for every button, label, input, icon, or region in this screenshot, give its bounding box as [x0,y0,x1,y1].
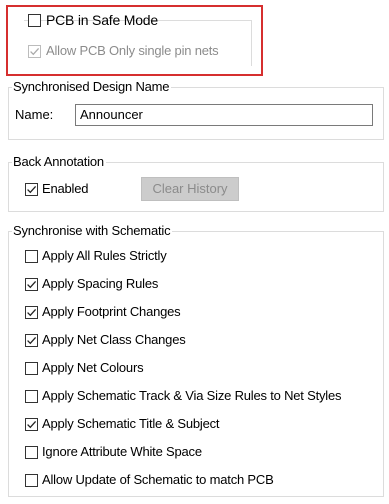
allow-update-schematic-label: Allow Update of Schematic to match PCB [42,472,274,487]
name-label: Name: [15,107,54,122]
back-annotation-title: Back Annotation [12,154,106,169]
checkmark-icon [30,47,40,56]
allow-single-pin-nets-label: Allow PCB Only single pin nets [46,43,219,58]
enabled-label: Enabled [42,181,89,196]
checkmark-icon [27,308,37,317]
apply-title-subject-checkbox[interactable] [25,418,38,431]
synchronise-with-schematic-title: Synchronise with Schematic [12,223,173,238]
apply-footprint-changes-checkbox[interactable] [25,306,38,319]
apply-footprint-changes-label: Apply Footprint Changes [42,304,181,319]
apply-all-rules-strictly-label: Apply All Rules Strictly [42,248,167,263]
synchronised-design-name-title: Synchronised Design Name [12,79,172,94]
checkmark-icon [27,336,37,345]
ignore-attribute-white-space-label: Ignore Attribute White Space [42,444,202,459]
ignore-attribute-white-space-checkbox[interactable] [25,446,38,459]
pcb-safe-mode-checkbox[interactable] [28,14,41,27]
design-name-input[interactable]: Announcer [75,104,373,126]
checkmark-icon [27,280,37,289]
checkmark-icon [27,420,37,429]
enabled-checkbox[interactable] [25,183,38,196]
apply-net-class-changes-label: Apply Net Class Changes [42,332,186,347]
apply-track-via-size-rules-label: Apply Schematic Track & Via Size Rules t… [42,388,342,403]
apply-net-colours-label: Apply Net Colours [42,360,144,375]
checkmark-icon [27,185,37,194]
allow-update-schematic-checkbox[interactable] [25,474,38,487]
apply-title-subject-label: Apply Schematic Title & Subject [42,416,220,431]
apply-net-class-changes-checkbox[interactable] [25,334,38,347]
apply-net-colours-checkbox[interactable] [25,362,38,375]
allow-single-pin-nets-checkbox[interactable] [28,45,41,58]
pcb-safe-mode-label: PCB in Safe Mode [46,12,158,28]
apply-all-rules-strictly-checkbox[interactable] [25,250,38,263]
apply-track-via-size-rules-checkbox[interactable] [25,390,38,403]
clear-history-button[interactable]: Clear History [141,177,239,201]
apply-spacing-rules-checkbox[interactable] [25,278,38,291]
apply-spacing-rules-label: Apply Spacing Rules [42,276,159,291]
